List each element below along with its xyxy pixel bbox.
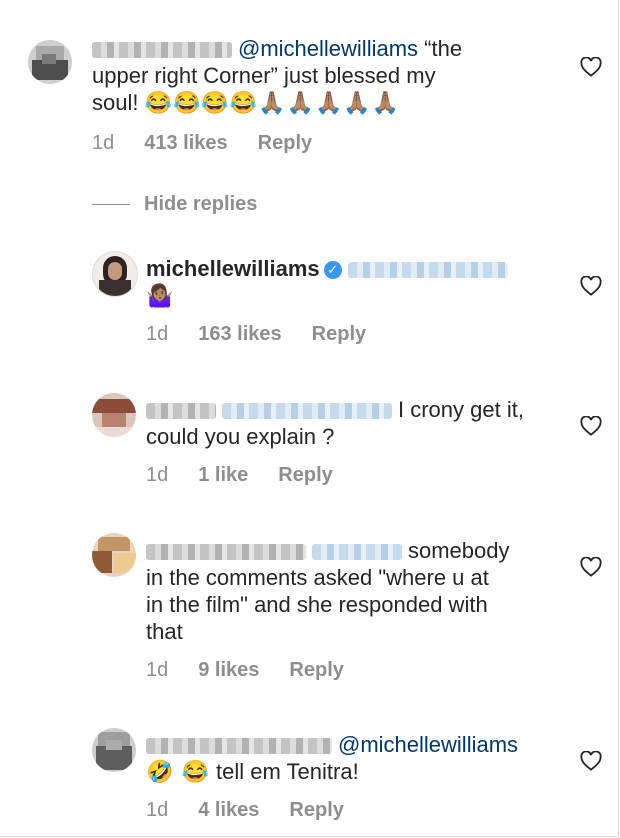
username-link[interactable]: michellewilliams bbox=[146, 256, 320, 281]
comment-text-line: “the bbox=[418, 36, 463, 61]
comment-text-line: in the film" and she responded with bbox=[146, 592, 488, 617]
reply-button[interactable]: Reply bbox=[278, 464, 332, 487]
blurred-mention[interactable] bbox=[222, 403, 392, 420]
comment-text-line: tell em Tenitra! bbox=[216, 759, 359, 784]
comment-text: I crony get it, could you explain ? bbox=[146, 396, 566, 450]
comment-text: @michellewilliams 🤣 😂 tell em Tenitra! bbox=[146, 731, 566, 785]
blurred-username[interactable] bbox=[146, 544, 306, 561]
blurred-username[interactable] bbox=[92, 42, 232, 59]
timestamp: 1d bbox=[92, 132, 115, 154]
emoji: 🤷🏽‍♀️ bbox=[146, 283, 175, 308]
comment-meta: 1d 9 likes Reply bbox=[146, 659, 344, 682]
emoji: 😂😂😂😂🙏🏽🙏🏽🙏🏽🙏🏽🙏🏽 bbox=[144, 90, 401, 115]
comment-text-line: that bbox=[146, 619, 183, 644]
comment-text-line: upper right Corner” just blessed my bbox=[92, 63, 436, 88]
timestamp: 1d bbox=[146, 799, 169, 821]
comment-text-line: in the comments asked "where u at bbox=[146, 565, 489, 590]
mention-link[interactable]: @michellewilliams bbox=[338, 732, 518, 757]
reply-button[interactable]: Reply bbox=[258, 132, 312, 155]
hide-replies-button[interactable]: Hide replies bbox=[92, 193, 257, 216]
comment-text: somebody in the comments asked "where u … bbox=[146, 537, 566, 645]
likes-count[interactable]: 1 like bbox=[198, 464, 248, 487]
comment-text-line: I crony get it, bbox=[398, 397, 524, 422]
likes-count[interactable]: 413 likes bbox=[144, 132, 227, 155]
heart-outline-icon[interactable] bbox=[580, 751, 602, 771]
timestamp: 1d bbox=[146, 323, 169, 345]
comment-meta: 1d 4 likes Reply bbox=[146, 799, 344, 822]
hide-replies-label: Hide replies bbox=[144, 193, 258, 215]
blurred-mention[interactable] bbox=[312, 544, 402, 561]
emoji: 🤣 😂 bbox=[146, 759, 210, 784]
likes-count[interactable]: 163 likes bbox=[198, 323, 281, 346]
timestamp: 1d bbox=[146, 464, 169, 486]
avatar[interactable] bbox=[92, 533, 136, 577]
heart-outline-icon[interactable] bbox=[580, 57, 602, 77]
comment-meta: 1d 163 likes Reply bbox=[146, 323, 366, 346]
comment-text: @michellewilliams “the upper right Corne… bbox=[92, 35, 512, 116]
comment-meta: 1d 1 like Reply bbox=[146, 464, 333, 487]
comment-text-line: somebody bbox=[408, 538, 510, 563]
comment-meta: 1d 413 likes Reply bbox=[92, 132, 312, 155]
mention-link[interactable]: @michellewilliams bbox=[238, 36, 418, 61]
reply-button[interactable]: Reply bbox=[289, 659, 343, 682]
blurred-username[interactable] bbox=[146, 738, 332, 755]
reply-button[interactable]: Reply bbox=[312, 323, 366, 346]
timestamp: 1d bbox=[146, 659, 169, 681]
divider bbox=[92, 204, 130, 205]
comment-text: michellewilliams ✓ 🤷🏽‍♀️ bbox=[146, 255, 546, 309]
avatar[interactable] bbox=[92, 393, 136, 437]
avatar[interactable] bbox=[28, 40, 72, 84]
likes-count[interactable]: 4 likes bbox=[198, 799, 259, 822]
avatar[interactable] bbox=[92, 251, 138, 297]
heart-outline-icon[interactable] bbox=[580, 416, 602, 436]
avatar[interactable] bbox=[92, 728, 136, 772]
heart-outline-icon[interactable] bbox=[580, 557, 602, 577]
likes-count[interactable]: 9 likes bbox=[198, 659, 259, 682]
comment-text-line: could you explain ? bbox=[146, 424, 335, 449]
reply-button[interactable]: Reply bbox=[289, 799, 343, 822]
verified-badge-icon: ✓ bbox=[323, 261, 342, 280]
blurred-mention[interactable] bbox=[347, 262, 508, 279]
blurred-username[interactable] bbox=[146, 403, 216, 420]
comment-text-line: soul! bbox=[92, 90, 139, 115]
heart-outline-icon[interactable] bbox=[580, 276, 602, 296]
